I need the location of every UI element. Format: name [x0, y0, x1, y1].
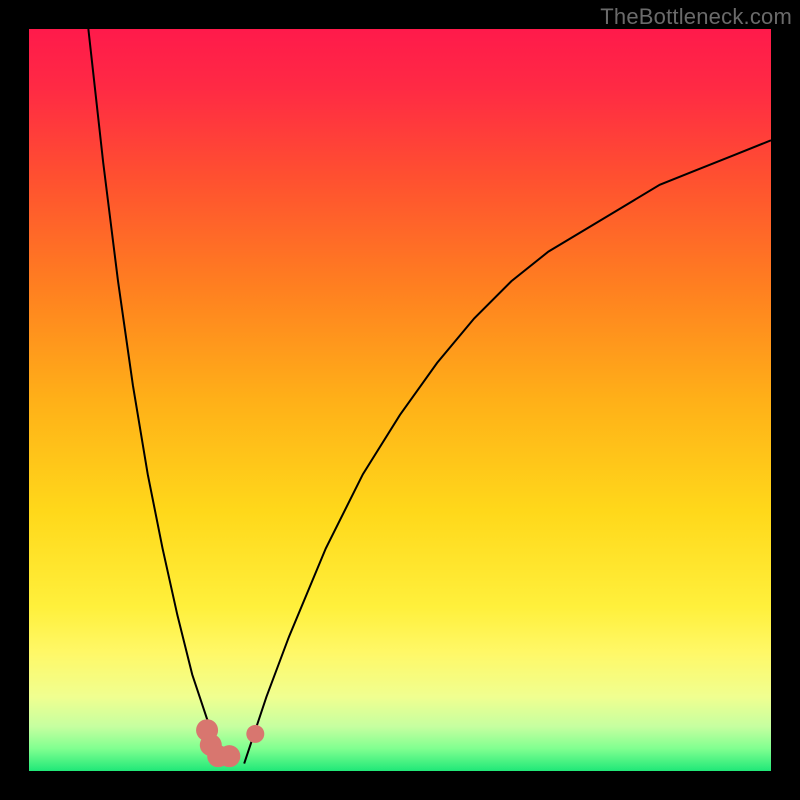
marker-left-jog — [218, 745, 240, 767]
marker-right-dot — [246, 725, 264, 743]
watermark: TheBottleneck.com — [600, 4, 792, 30]
plot-frame — [29, 29, 771, 771]
curves-layer — [29, 29, 771, 771]
markers-group — [196, 719, 264, 767]
right-curve — [244, 140, 771, 763]
left-curve — [88, 29, 229, 764]
